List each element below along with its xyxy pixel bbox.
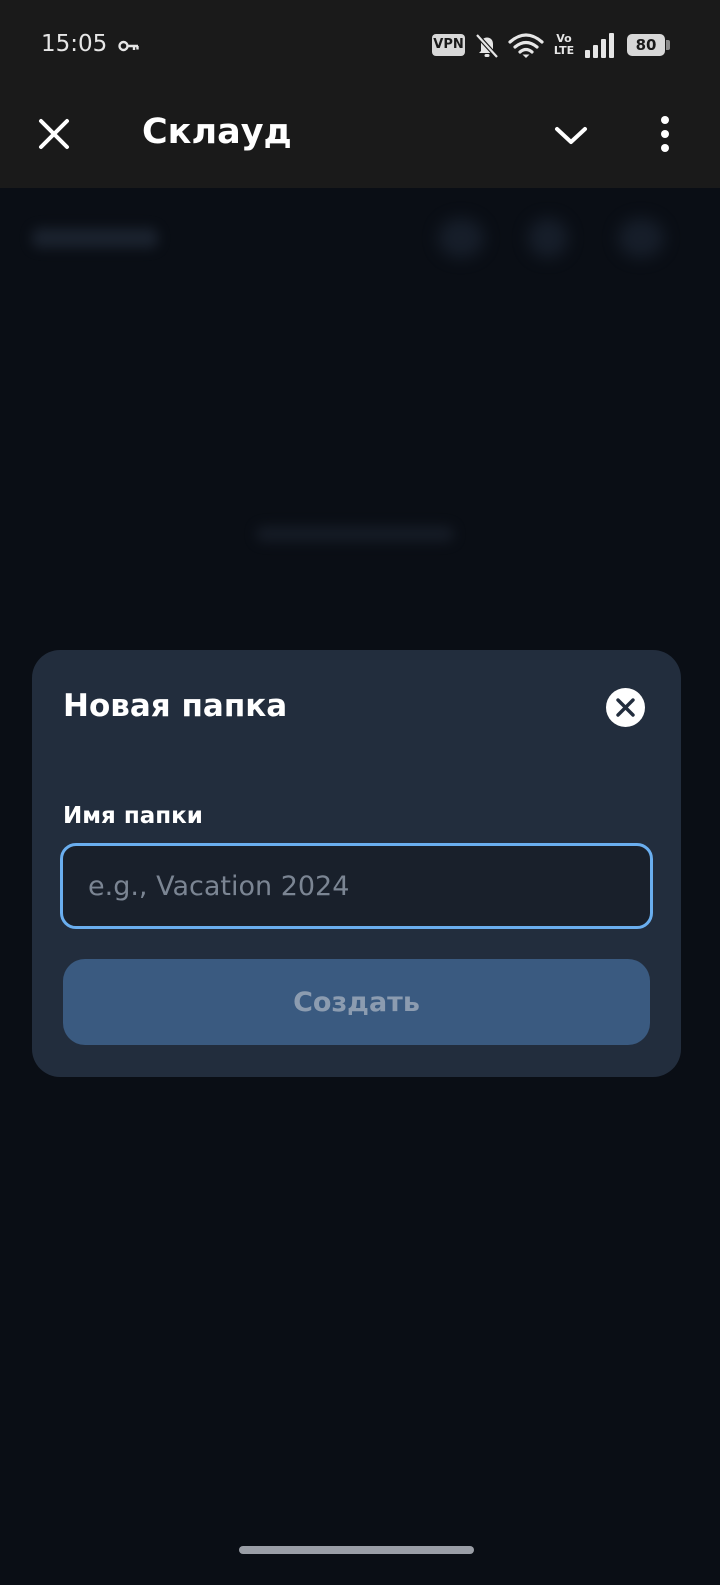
- signal-icon: [584, 33, 616, 63]
- expand-button[interactable]: [543, 106, 599, 162]
- background-header-blurred: [32, 228, 158, 248]
- close-icon: [39, 119, 69, 149]
- background-empty-state-blurred: [256, 526, 454, 542]
- volte-icon: Vo LTE: [552, 33, 576, 59]
- gesture-nav-pill[interactable]: [239, 1546, 474, 1554]
- more-options-button[interactable]: [640, 106, 690, 162]
- more-vert-icon: [661, 116, 669, 152]
- folder-name-label: Имя папки: [63, 803, 203, 829]
- dialog-title: Новая папка: [63, 688, 288, 724]
- dialog-close-button[interactable]: [606, 688, 645, 727]
- background-search-icon: [438, 218, 484, 258]
- volte-bottom-label: LTE: [553, 44, 575, 57]
- background-add-icon: [528, 218, 568, 258]
- key-icon: [118, 38, 140, 57]
- battery-tip: [666, 40, 670, 50]
- new-folder-dialog: Новая папка Имя папки Создать: [32, 650, 681, 1077]
- status-time: 15:05: [41, 31, 108, 57]
- status-bar: 15:05 VPN Vo LTE 80: [0, 0, 720, 90]
- app-bar: Склауд: [0, 90, 720, 188]
- close-circle-icon: [616, 698, 635, 717]
- bell-off-icon: [474, 32, 500, 64]
- vpn-badge: VPN: [432, 34, 465, 56]
- chevron-down-icon: [555, 127, 587, 144]
- wifi-icon: [508, 33, 544, 63]
- battery-level: 80: [627, 34, 665, 56]
- close-app-button[interactable]: [26, 106, 82, 162]
- folder-name-input[interactable]: [60, 843, 653, 929]
- create-button[interactable]: Создать: [63, 959, 650, 1045]
- background-user-icon: [618, 218, 664, 258]
- app-title: Склауд: [142, 112, 292, 152]
